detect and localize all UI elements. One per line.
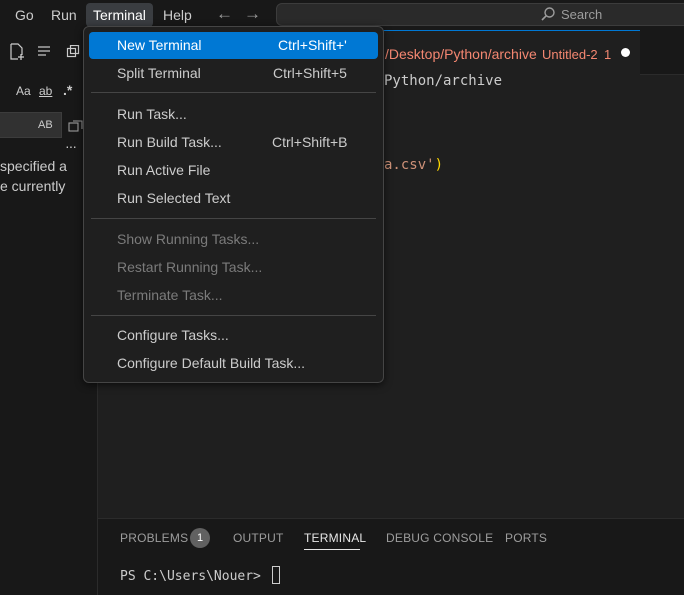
menu-item-show-running-tasks-label: Show Running Tasks... [117,231,260,247]
search-icon [541,7,555,21]
new-search-editor-icon[interactable] [9,43,25,61]
collapse-all-icon[interactable] [37,45,51,59]
menu-item-new-terminal-shortcut: Ctrl+Shift+' [278,37,347,53]
menu-item-configure-default-build-task-label: Configure Default Build Task... [117,355,306,371]
breadcrumb[interactable]: Python/archive [384,73,502,89]
search-message-line-1: specified a [0,158,67,174]
tab-problem-count: 1 [604,47,612,62]
code-line: a.csv') [384,157,443,173]
match-case-icon[interactable]: Aa [16,84,31,98]
menu-item-run-build-task-label: Run Build Task... [117,134,222,150]
tab-debug-console[interactable]: DEBUG CONSOLE [386,531,493,545]
menu-item-run-build-task-shortcut: Ctrl+Shift+B [272,134,348,150]
menu-separator [91,218,376,219]
replace-all-icon[interactable] [68,118,84,134]
match-whole-word-icon[interactable]: ab [39,84,52,98]
active-tab-indicator [304,549,360,550]
menu-item-run-task-label: Run Task... [117,106,187,122]
tab-file-path: /Desktop/Python/archive [385,46,537,62]
menu-item-configure-tasks-label: Configure Tasks... [117,327,229,343]
menu-item-split-terminal-shortcut: Ctrl+Shift+5 [273,65,347,81]
code-paren: ) [434,157,444,173]
code-string: a.csv' [384,157,435,173]
terminal-prompt[interactable]: PS C:\Users\Nouer> [120,569,261,584]
search-message-line-2: e currently [0,178,66,194]
menu-item-restart-running-task-label: Restart Running Task... [117,259,263,275]
problems-count-badge: 1 [190,528,210,548]
arrow-left-icon[interactable]: ← [216,4,233,24]
tab-ports[interactable]: PORTS [505,531,547,545]
menu-separator [91,315,376,316]
menu-item-terminate-task-label: Terminate Task... [117,287,223,303]
terminal-cursor [272,566,280,584]
view-as-tree-icon[interactable] [66,45,80,59]
menu-go[interactable]: Go [8,3,41,27]
menu-item-new-terminal-label: New Terminal [117,37,202,53]
menu-terminal[interactable]: Terminal [86,3,153,27]
more-actions-icon[interactable]: ··· [65,138,77,154]
replace-input[interactable] [0,112,62,138]
unsaved-dot-icon[interactable] [621,48,630,57]
tab-file-name: Untitled-2 [542,47,598,62]
tab-terminal[interactable]: TERMINAL [304,531,366,545]
menu-separator [91,92,376,93]
command-center-search[interactable] [276,3,684,26]
menu-item-run-active-file-label: Run Active File [117,162,211,178]
regex-icon[interactable]: .* [63,82,72,98]
tab-output[interactable]: OUTPUT [233,531,284,545]
menu-item-split-terminal-label: Split Terminal [117,65,201,81]
arrow-right-icon[interactable]: → [244,4,261,24]
tab-problems[interactable]: PROBLEMS [120,531,188,545]
preserve-case-icon[interactable]: AB [38,119,53,131]
search-placeholder: Search [561,7,603,22]
menu-help[interactable]: Help [156,3,199,27]
menu-run[interactable]: Run [44,3,84,27]
menu-item-run-selected-text-label: Run Selected Text [117,190,231,206]
